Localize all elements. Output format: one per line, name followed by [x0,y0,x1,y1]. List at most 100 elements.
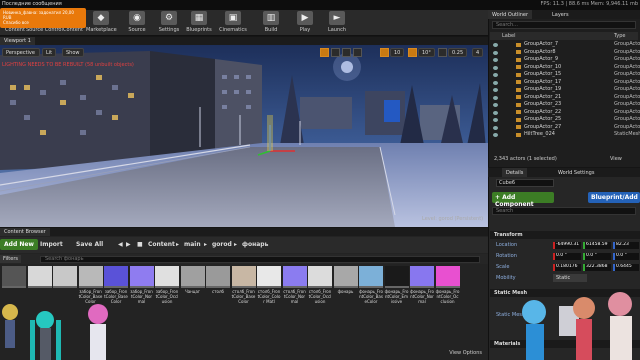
type-column-header[interactable]: Type [614,33,625,39]
scale-snap-value[interactable]: 0.25 [448,48,468,57]
scale-y[interactable]: 322.3868 [583,264,611,271]
asset-tile[interactable]: столб_FrontColor_Base Color [231,266,256,304]
breadcrumb-main[interactable]: main [184,241,201,248]
scale-z[interactable]: 0.6445 [613,264,639,271]
rotation-snap-value[interactable]: 10° [418,48,435,57]
asset-tile[interactable]: фонарь [333,266,358,294]
location-y[interactable]: 61458.59 [583,242,611,249]
location-z[interactable]: 82.23 [613,242,639,249]
asset-tile[interactable] [2,266,26,289]
outliner-row[interactable]: GroupActor_10 GroupActor [490,64,640,72]
translate-tool-icon[interactable] [320,48,329,57]
visibility-eye-icon[interactable] [493,88,498,92]
toolbar-button-source[interactable]: ◉ Source [122,11,152,35]
visibility-eye-icon[interactable] [493,73,498,77]
label-column-header[interactable]: Label [502,33,516,39]
outliner-search-input[interactable]: Search... [492,21,636,29]
outliner-row[interactable]: GroupActor_25 GroupActor [490,116,640,124]
visibility-eye-icon[interactable] [493,43,498,47]
view-options-button[interactable]: View Options [449,350,482,356]
toolbar-button-blueprints[interactable]: ▦ Blueprints [184,11,214,35]
toolbar-button-marketplace[interactable]: ◆ Marketplace [86,11,117,35]
tab-world-settings[interactable]: World Settings [554,168,598,177]
perspective-button[interactable]: Perspective [2,48,40,57]
rotation-z[interactable]: 0.0 ° [613,253,639,260]
save-all-button[interactable]: Save All [72,239,107,250]
asset-tile[interactable]: столб_FrontColor_Occlusion [308,266,332,304]
outliner-row[interactable]: GroupActor_7 GroupActor [490,41,640,49]
visibility-eye-icon[interactable] [493,50,498,55]
camera-speed-value[interactable]: 4 [472,48,484,57]
scale-tool-icon[interactable] [342,48,351,57]
filters-button[interactable]: Filters [0,255,21,263]
asset-tile[interactable]: Чанцаг [180,266,205,294]
rotation-x[interactable]: 0.0 ° [553,253,581,260]
content-search-input[interactable]: Search фонарь [40,256,480,263]
level-viewport[interactable] [0,45,488,227]
asset-tile[interactable]: столб_FrontColor_Color Matl [257,266,281,304]
details-search-input[interactable]: Search [492,207,636,215]
outliner-row[interactable]: GroupActor_21 GroupActor [490,94,640,102]
viewport-tab[interactable]: Viewport 1 [0,37,35,45]
outliner-row[interactable]: GroupActor_19 GroupActor [490,86,640,94]
asset-tile[interactable] [27,266,52,289]
toolbar-button-cinematics[interactable]: ▣ Cinematics [218,11,248,35]
visibility-eye-icon[interactable] [493,80,498,85]
visibility-eye-icon[interactable] [493,118,498,122]
breadcrumb-gorod[interactable]: gorod [212,241,232,248]
toolbar-button-launch[interactable]: ► Launch [322,11,352,35]
rotation-y[interactable]: 0.0 ° [583,253,611,260]
add-component-button[interactable]: + Add Component [492,192,554,208]
outliner-row[interactable]: GroupActor_23 GroupActor [490,101,640,109]
visibility-eye-icon[interactable] [493,125,498,130]
asset-tile[interactable]: фонарь_FrontColor_Occlusion [435,266,460,304]
scale-snap-icon[interactable] [438,48,447,57]
asset-tile[interactable] [53,266,77,289]
outliner-row[interactable]: GroupActor8 GroupActor [490,49,640,57]
visibility-eye-icon[interactable] [493,103,498,107]
content-browser-tab[interactable]: Content Browser [0,228,50,236]
asset-tile[interactable]: фонарь_FrontColor_Normal [410,266,434,304]
asset-tile[interactable]: фонарь_FrontColor_BaseColor [359,266,383,304]
scale-x[interactable]: 0.180176 [553,264,581,271]
visibility-eye-icon[interactable] [493,110,498,115]
visibility-eye-icon[interactable] [493,95,498,100]
grid-snap-icon[interactable] [380,48,389,57]
toolbar-button-build[interactable]: ▥ Build [256,11,286,35]
toolbar-button-play[interactable]: ▶ Play [290,11,320,35]
rotation-snap-icon[interactable] [408,48,417,57]
outliner-row[interactable]: HiltTree_024 StaticMesh [490,131,640,139]
mobility-static-toggle[interactable]: Static [553,274,587,282]
visibility-eye-icon[interactable] [493,133,498,137]
tab-layers[interactable]: Layers [548,10,573,19]
asset-tile[interactable]: столб [206,266,230,294]
outliner-row[interactable]: GroupActor_22 GroupActor [490,109,640,117]
location-x[interactable]: -64990.31 [553,242,581,249]
visibility-eye-icon[interactable] [493,58,498,62]
outliner-view-options[interactable]: View [610,156,622,162]
grid-snap-value[interactable]: 10 [390,48,405,57]
outliner-row[interactable]: GroupActor_27 GroupActor [490,124,640,132]
add-new-button[interactable]: Add New [0,239,38,250]
world-space-icon[interactable] [353,48,362,57]
outliner-row[interactable]: GroupActor_17 GroupActor [490,79,640,87]
tab-details[interactable]: Details [502,168,528,177]
asset-tile[interactable]: столб_FrontColor_Normal [282,266,307,304]
asset-tile[interactable]: забор_FrontColor_Normal [129,266,154,304]
rotate-tool-icon[interactable] [331,48,340,57]
asset-tile[interactable]: фонарь_FrontColor_Emissive [384,266,409,304]
toolbar-button-settings[interactable]: ⚙ Settings [154,11,184,35]
forward-arrow-icon[interactable]: ▶ [126,241,131,248]
breadcrumb-fonar[interactable]: фонарь [242,241,268,248]
import-button[interactable]: Import [36,239,67,250]
visibility-eye-icon[interactable] [493,65,498,70]
asset-tile[interactable]: забор_FrontColor_Occlusion [155,266,179,304]
back-arrow-icon[interactable]: ◀ [118,241,123,248]
outliner-row[interactable]: GroupActor_15 GroupActor [490,71,640,79]
actor-name-field[interactable]: Cube6 [496,179,554,187]
lit-button[interactable]: Lit [42,48,57,57]
blueprint-button[interactable]: Blueprint/Add [588,192,640,203]
transform-section[interactable]: Transform [490,231,640,239]
outliner-row[interactable]: GroupActor_9 GroupActor [490,56,640,64]
breadcrumb-content[interactable]: Content [148,241,175,248]
